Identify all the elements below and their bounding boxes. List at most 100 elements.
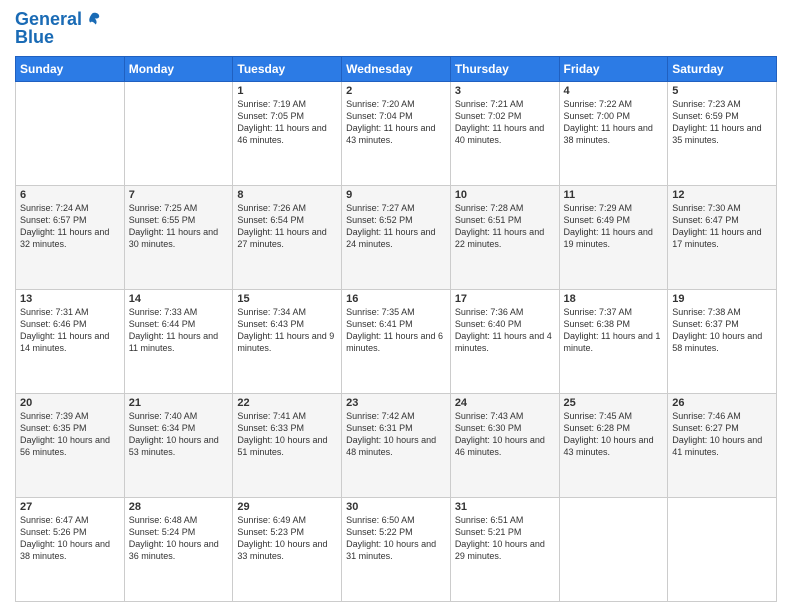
week-row-1: 1Sunrise: 7:19 AM Sunset: 7:05 PM Daylig… [16, 81, 777, 185]
column-header-tuesday: Tuesday [233, 56, 342, 81]
day-number: 31 [455, 501, 555, 513]
cell-content: Sunrise: 6:48 AM Sunset: 5:24 PM Dayligh… [129, 514, 229, 563]
cell-content: Sunrise: 7:45 AM Sunset: 6:28 PM Dayligh… [564, 410, 664, 459]
calendar-table: SundayMondayTuesdayWednesdayThursdayFrid… [15, 56, 777, 602]
day-number: 4 [564, 85, 664, 97]
day-number: 24 [455, 397, 555, 409]
calendar-cell: 28Sunrise: 6:48 AM Sunset: 5:24 PM Dayli… [124, 497, 233, 601]
cell-content: Sunrise: 7:31 AM Sunset: 6:46 PM Dayligh… [20, 306, 120, 355]
day-number: 13 [20, 293, 120, 305]
cell-content: Sunrise: 7:35 AM Sunset: 6:41 PM Dayligh… [346, 306, 446, 355]
page: General Blue SundayMondayTuesdayWednesda… [0, 0, 792, 612]
cell-content: Sunrise: 6:50 AM Sunset: 5:22 PM Dayligh… [346, 514, 446, 563]
day-number: 16 [346, 293, 446, 305]
calendar-cell: 23Sunrise: 7:42 AM Sunset: 6:31 PM Dayli… [342, 393, 451, 497]
day-number: 11 [564, 189, 664, 201]
calendar-cell: 30Sunrise: 6:50 AM Sunset: 5:22 PM Dayli… [342, 497, 451, 601]
calendar-cell: 8Sunrise: 7:26 AM Sunset: 6:54 PM Daylig… [233, 185, 342, 289]
calendar-cell: 29Sunrise: 6:49 AM Sunset: 5:23 PM Dayli… [233, 497, 342, 601]
cell-content: Sunrise: 7:30 AM Sunset: 6:47 PM Dayligh… [672, 202, 772, 251]
week-row-4: 20Sunrise: 7:39 AM Sunset: 6:35 PM Dayli… [16, 393, 777, 497]
cell-content: Sunrise: 7:27 AM Sunset: 6:52 PM Dayligh… [346, 202, 446, 251]
calendar-cell: 14Sunrise: 7:33 AM Sunset: 6:44 PM Dayli… [124, 289, 233, 393]
calendar-cell [16, 81, 125, 185]
header: General Blue [15, 10, 777, 48]
calendar-cell: 3Sunrise: 7:21 AM Sunset: 7:02 PM Daylig… [450, 81, 559, 185]
cell-content: Sunrise: 6:51 AM Sunset: 5:21 PM Dayligh… [455, 514, 555, 563]
calendar-cell: 9Sunrise: 7:27 AM Sunset: 6:52 PM Daylig… [342, 185, 451, 289]
calendar-cell: 11Sunrise: 7:29 AM Sunset: 6:49 PM Dayli… [559, 185, 668, 289]
calendar-cell [559, 497, 668, 601]
calendar-cell: 19Sunrise: 7:38 AM Sunset: 6:37 PM Dayli… [668, 289, 777, 393]
cell-content: Sunrise: 7:41 AM Sunset: 6:33 PM Dayligh… [237, 410, 337, 459]
day-number: 23 [346, 397, 446, 409]
calendar-cell [124, 81, 233, 185]
calendar-cell: 26Sunrise: 7:46 AM Sunset: 6:27 PM Dayli… [668, 393, 777, 497]
cell-content: Sunrise: 7:28 AM Sunset: 6:51 PM Dayligh… [455, 202, 555, 251]
cell-content: Sunrise: 7:46 AM Sunset: 6:27 PM Dayligh… [672, 410, 772, 459]
calendar-cell [668, 497, 777, 601]
day-number: 9 [346, 189, 446, 201]
calendar-cell: 16Sunrise: 7:35 AM Sunset: 6:41 PM Dayli… [342, 289, 451, 393]
cell-content: Sunrise: 7:38 AM Sunset: 6:37 PM Dayligh… [672, 306, 772, 355]
column-header-saturday: Saturday [668, 56, 777, 81]
cell-content: Sunrise: 7:19 AM Sunset: 7:05 PM Dayligh… [237, 98, 337, 147]
calendar-cell: 5Sunrise: 7:23 AM Sunset: 6:59 PM Daylig… [668, 81, 777, 185]
cell-content: Sunrise: 7:24 AM Sunset: 6:57 PM Dayligh… [20, 202, 120, 251]
cell-content: Sunrise: 7:20 AM Sunset: 7:04 PM Dayligh… [346, 98, 446, 147]
column-header-sunday: Sunday [16, 56, 125, 81]
calendar-cell: 15Sunrise: 7:34 AM Sunset: 6:43 PM Dayli… [233, 289, 342, 393]
day-number: 22 [237, 397, 337, 409]
day-number: 12 [672, 189, 772, 201]
day-number: 17 [455, 293, 555, 305]
day-number: 20 [20, 397, 120, 409]
calendar-cell: 22Sunrise: 7:41 AM Sunset: 6:33 PM Dayli… [233, 393, 342, 497]
day-number: 15 [237, 293, 337, 305]
calendar-cell: 1Sunrise: 7:19 AM Sunset: 7:05 PM Daylig… [233, 81, 342, 185]
day-number: 5 [672, 85, 772, 97]
calendar-cell: 20Sunrise: 7:39 AM Sunset: 6:35 PM Dayli… [16, 393, 125, 497]
day-number: 10 [455, 189, 555, 201]
calendar-cell: 17Sunrise: 7:36 AM Sunset: 6:40 PM Dayli… [450, 289, 559, 393]
cell-content: Sunrise: 7:21 AM Sunset: 7:02 PM Dayligh… [455, 98, 555, 147]
week-row-5: 27Sunrise: 6:47 AM Sunset: 5:26 PM Dayli… [16, 497, 777, 601]
cell-content: Sunrise: 6:49 AM Sunset: 5:23 PM Dayligh… [237, 514, 337, 563]
calendar-cell: 31Sunrise: 6:51 AM Sunset: 5:21 PM Dayli… [450, 497, 559, 601]
calendar-cell: 21Sunrise: 7:40 AM Sunset: 6:34 PM Dayli… [124, 393, 233, 497]
cell-content: Sunrise: 6:47 AM Sunset: 5:26 PM Dayligh… [20, 514, 120, 563]
day-number: 29 [237, 501, 337, 513]
day-number: 18 [564, 293, 664, 305]
day-number: 1 [237, 85, 337, 97]
logo-text-blue: Blue [15, 27, 101, 48]
week-row-3: 13Sunrise: 7:31 AM Sunset: 6:46 PM Dayli… [16, 289, 777, 393]
column-header-monday: Monday [124, 56, 233, 81]
cell-content: Sunrise: 7:37 AM Sunset: 6:38 PM Dayligh… [564, 306, 664, 355]
day-number: 25 [564, 397, 664, 409]
day-number: 30 [346, 501, 446, 513]
day-number: 26 [672, 397, 772, 409]
day-number: 14 [129, 293, 229, 305]
cell-content: Sunrise: 7:22 AM Sunset: 7:00 PM Dayligh… [564, 98, 664, 147]
calendar-cell: 25Sunrise: 7:45 AM Sunset: 6:28 PM Dayli… [559, 393, 668, 497]
calendar-cell: 7Sunrise: 7:25 AM Sunset: 6:55 PM Daylig… [124, 185, 233, 289]
cell-content: Sunrise: 7:36 AM Sunset: 6:40 PM Dayligh… [455, 306, 555, 355]
day-number: 27 [20, 501, 120, 513]
calendar-cell: 18Sunrise: 7:37 AM Sunset: 6:38 PM Dayli… [559, 289, 668, 393]
column-header-wednesday: Wednesday [342, 56, 451, 81]
cell-content: Sunrise: 7:39 AM Sunset: 6:35 PM Dayligh… [20, 410, 120, 459]
week-row-2: 6Sunrise: 7:24 AM Sunset: 6:57 PM Daylig… [16, 185, 777, 289]
cell-content: Sunrise: 7:25 AM Sunset: 6:55 PM Dayligh… [129, 202, 229, 251]
cell-content: Sunrise: 7:43 AM Sunset: 6:30 PM Dayligh… [455, 410, 555, 459]
calendar-cell: 6Sunrise: 7:24 AM Sunset: 6:57 PM Daylig… [16, 185, 125, 289]
calendar-cell: 13Sunrise: 7:31 AM Sunset: 6:46 PM Dayli… [16, 289, 125, 393]
day-number: 6 [20, 189, 120, 201]
calendar-cell: 12Sunrise: 7:30 AM Sunset: 6:47 PM Dayli… [668, 185, 777, 289]
day-number: 3 [455, 85, 555, 97]
cell-content: Sunrise: 7:42 AM Sunset: 6:31 PM Dayligh… [346, 410, 446, 459]
cell-content: Sunrise: 7:29 AM Sunset: 6:49 PM Dayligh… [564, 202, 664, 251]
cell-content: Sunrise: 7:23 AM Sunset: 6:59 PM Dayligh… [672, 98, 772, 147]
day-number: 28 [129, 501, 229, 513]
calendar-cell: 2Sunrise: 7:20 AM Sunset: 7:04 PM Daylig… [342, 81, 451, 185]
day-number: 8 [237, 189, 337, 201]
day-number: 2 [346, 85, 446, 97]
